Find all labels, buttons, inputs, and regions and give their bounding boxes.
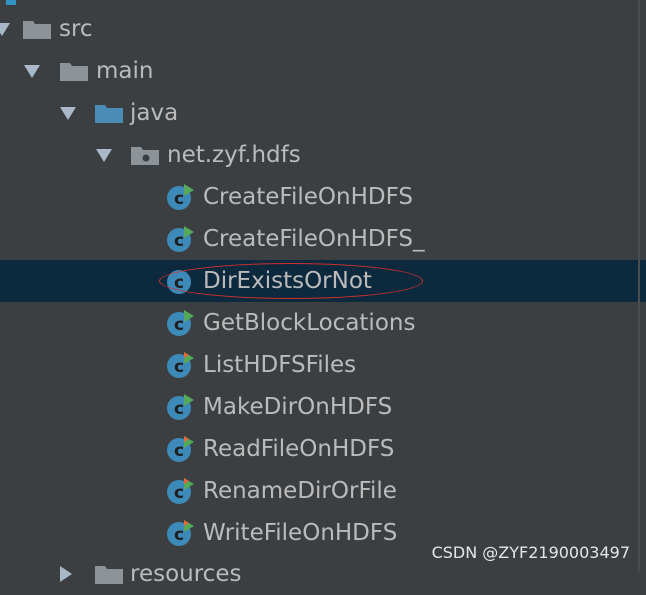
tree-node-class[interactable]: c MakeDirOnHDFS xyxy=(0,386,646,428)
svg-text:c: c xyxy=(174,357,184,377)
svg-text:c: c xyxy=(174,315,184,335)
scrollbar[interactable] xyxy=(638,0,640,572)
tree-node-class[interactable]: c ListHDFSFiles xyxy=(0,344,646,386)
tree-node-class[interactable]: c ReadFileOnHDFS xyxy=(0,428,646,470)
tree-node-label: MakeDirOnHDFS xyxy=(203,394,393,420)
svg-text:c: c xyxy=(174,189,184,209)
project-tree: src main java net.zyf.hdfs c CreateFileOn… xyxy=(0,0,646,587)
runnable-class-icon: c xyxy=(167,394,194,420)
tree-node-main[interactable]: main xyxy=(0,50,646,92)
tree-node-label: resources xyxy=(130,561,242,587)
expand-arrow-icon[interactable] xyxy=(0,23,10,36)
tree-node-label: RenameDirOrFile xyxy=(203,478,397,504)
collapsed-arrow-icon[interactable] xyxy=(60,566,72,582)
expand-arrow-icon[interactable] xyxy=(60,107,76,120)
tree-node-java[interactable]: java xyxy=(0,92,646,134)
tree-node-label: src xyxy=(59,16,93,42)
runnable-class-with-error-icon: c xyxy=(167,436,194,462)
runnable-class-with-error-icon: c xyxy=(167,352,194,378)
svg-text:c: c xyxy=(174,399,184,419)
tree-scroll-edge xyxy=(6,0,16,5)
tree-node-label: WriteFileOnHDFS xyxy=(203,520,398,546)
package-icon xyxy=(131,147,159,165)
expand-arrow-icon[interactable] xyxy=(96,149,112,162)
tree-node-label: java xyxy=(130,100,179,126)
runnable-class-icon: c xyxy=(167,226,194,252)
runnable-class-icon: c xyxy=(167,310,194,336)
tree-node-class[interactable]: c CreateFileOnHDFS xyxy=(0,176,646,218)
svg-text:c: c xyxy=(174,483,184,503)
tree-node-package[interactable]: net.zyf.hdfs xyxy=(0,134,646,176)
tree-node-label: CreateFileOnHDFS xyxy=(203,184,414,210)
tree-node-label: net.zyf.hdfs xyxy=(167,142,301,168)
source-folder-icon xyxy=(95,105,123,123)
tree-node-label: CreateFileOnHDFS_ xyxy=(203,226,425,252)
class-icon: c xyxy=(167,270,191,294)
runnable-class-icon: c xyxy=(167,184,194,210)
folder-icon xyxy=(95,566,123,584)
tree-node-class[interactable]: c CreateFileOnHDFS_ xyxy=(0,218,646,260)
runnable-class-with-error-icon: c xyxy=(167,478,194,504)
tree-node-class[interactable]: c RenameDirOrFile xyxy=(0,470,646,512)
tree-node-label: ReadFileOnHDFS xyxy=(203,436,395,462)
runnable-class-with-error-icon: c xyxy=(167,520,194,546)
svg-text:c: c xyxy=(174,273,184,293)
tree-node-label: main xyxy=(96,58,154,84)
tree-node-label: ListHDFSFiles xyxy=(203,352,357,378)
svg-text:c: c xyxy=(174,441,184,461)
folder-icon xyxy=(23,21,51,39)
tree-node-class[interactable]: c DirExistsOrNot xyxy=(0,260,646,302)
svg-text:c: c xyxy=(174,231,184,251)
tree-node-class[interactable]: c GetBlockLocations xyxy=(0,302,646,344)
tree-node-src[interactable]: src xyxy=(0,8,646,50)
expand-arrow-icon[interactable] xyxy=(24,65,40,78)
tree-node-label: DirExistsOrNot xyxy=(203,268,372,294)
svg-text:c: c xyxy=(174,525,184,545)
folder-icon xyxy=(60,63,88,81)
watermark: CSDN @ZYF2190003497 xyxy=(431,543,630,562)
tree-node-label: GetBlockLocations xyxy=(203,310,416,336)
